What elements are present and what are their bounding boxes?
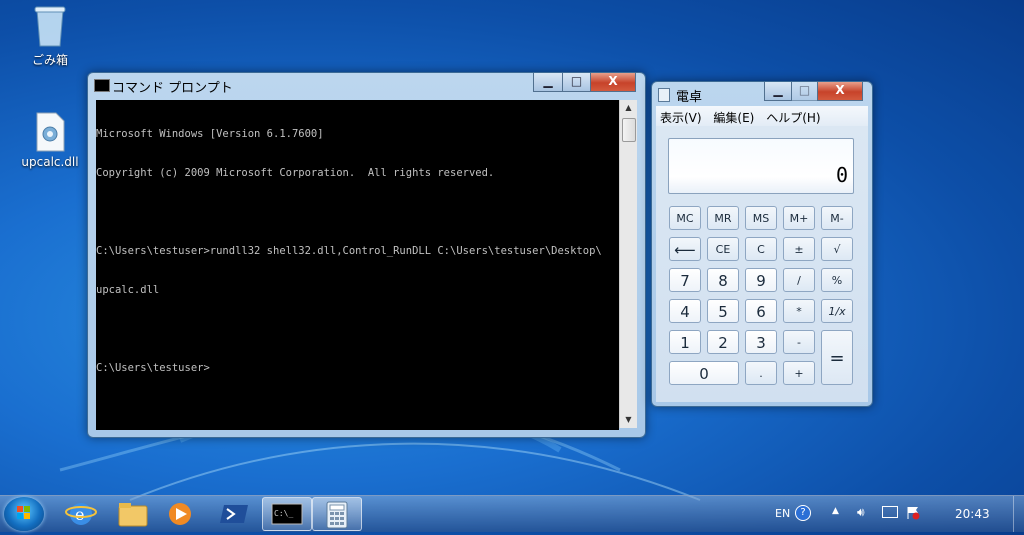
dll-file-icon <box>35 112 65 152</box>
key-reciprocal[interactable]: 1/x <box>821 299 853 323</box>
scroll-down-icon[interactable]: ▼ <box>620 412 637 428</box>
key-5[interactable]: 5 <box>707 299 739 323</box>
cmd-scrollbar[interactable]: ▲ ▼ <box>619 100 637 428</box>
media-player-icon <box>169 503 191 525</box>
taskbar-cmd[interactable]: C:\_ <box>262 497 312 531</box>
calc-close-button[interactable]: X <box>817 82 863 101</box>
key-2[interactable]: 2 <box>707 330 739 354</box>
key-sqrt[interactable]: √ <box>821 237 853 261</box>
key-percent[interactable]: % <box>821 268 853 292</box>
cmd-maximize-button[interactable]: □ <box>562 73 591 92</box>
key-mc[interactable]: MC <box>669 206 701 230</box>
calc-menubar: 表示(V) 編集(E) ヘルプ(H) <box>656 106 868 126</box>
powershell-icon <box>220 505 248 523</box>
key-multiply[interactable]: * <box>783 299 815 323</box>
help-icon[interactable]: ? <box>795 505 811 521</box>
key-equals[interactable]: = <box>821 330 853 385</box>
key-c[interactable]: C <box>745 237 777 261</box>
desktop-icon-recycle-bin[interactable]: ごみ箱 <box>15 4 85 68</box>
scroll-up-icon[interactable]: ▲ <box>620 100 637 116</box>
menu-edit[interactable]: 編集(E) <box>709 106 758 126</box>
taskbar-calc[interactable] <box>312 497 362 531</box>
recycle-bin-label: ごみ箱 <box>31 53 68 67</box>
key-backspace[interactable]: ⟵ <box>669 237 701 261</box>
console-line: C:\Users\testuser> <box>96 362 210 374</box>
language-indicator[interactable]: EN <box>775 507 790 520</box>
calc-display: 0 <box>668 138 854 194</box>
cmd-titlebar[interactable]: コマンド プロンプト ▁ □ X <box>88 73 645 97</box>
console-line: Microsoft Windows [Version 6.1.7600] <box>96 128 324 140</box>
cmd-icon <box>94 79 110 92</box>
desktop-icon-upcalc-dll[interactable]: upcalc.dll <box>15 112 85 169</box>
key-9[interactable]: 9 <box>745 268 777 292</box>
calc-window[interactable]: 電卓 ▁ □ X 表示(V) 編集(E) ヘルプ(H) 0 MC MR MS M… <box>651 81 873 407</box>
show-desktop-button[interactable] <box>1013 496 1024 532</box>
key-4[interactable]: 4 <box>669 299 701 323</box>
cmd-window[interactable]: コマンド プロンプト ▁ □ X Microsoft Windows [Vers… <box>87 72 646 438</box>
key-add[interactable]: + <box>783 361 815 385</box>
key-subtract[interactable]: - <box>783 330 815 354</box>
key-divide[interactable]: / <box>783 268 815 292</box>
cmd-title: コマンド プロンプト <box>112 81 233 96</box>
svg-text:C:\_: C:\_ <box>274 509 293 518</box>
cmd-minimize-button[interactable]: ▁ <box>533 73 563 92</box>
console-line: Copyright (c) 2009 Microsoft Corporation… <box>96 167 495 179</box>
calc-icon <box>658 88 670 102</box>
console-line: upcalc.dll <box>96 284 160 296</box>
taskbar-media-player[interactable] <box>158 497 208 531</box>
key-1[interactable]: 1 <box>669 330 701 354</box>
cmd-console-output[interactable]: Microsoft Windows [Version 6.1.7600] Cop… <box>96 100 619 430</box>
volume-icon[interactable]: 🔊︎ <box>857 505 865 520</box>
key-m-minus[interactable]: M- <box>821 206 853 230</box>
clock[interactable]: 20:43 <box>955 507 990 521</box>
display-value: 0 <box>835 163 848 187</box>
key-3[interactable]: 3 <box>745 330 777 354</box>
taskbar-ie[interactable]: e <box>56 497 106 531</box>
key-ms[interactable]: MS <box>745 206 777 230</box>
calc-title: 電卓 <box>676 90 703 105</box>
ie-icon: e <box>65 503 97 525</box>
key-7[interactable]: 7 <box>669 268 701 292</box>
recycle-bin-icon <box>33 4 67 48</box>
explorer-icon <box>118 503 148 527</box>
calc-icon <box>326 501 348 529</box>
upcalc-dll-label: upcalc.dll <box>21 155 79 169</box>
key-decimal[interactable]: . <box>745 361 777 385</box>
menu-view[interactable]: 表示(V) <box>656 106 706 126</box>
cmd-icon: C:\_ <box>271 503 303 525</box>
flag-icon[interactable] <box>906 505 920 520</box>
key-ce[interactable]: CE <box>707 237 739 261</box>
cmd-close-button[interactable]: X <box>590 73 636 92</box>
key-0[interactable]: 0 <box>669 361 739 385</box>
key-plus-minus[interactable]: ± <box>783 237 815 261</box>
menu-help[interactable]: ヘルプ(H) <box>762 106 824 126</box>
taskbar-explorer[interactable] <box>108 497 158 531</box>
calc-minimize-button[interactable]: ▁ <box>764 82 792 101</box>
calc-titlebar[interactable]: 電卓 ▁ □ X <box>652 82 872 106</box>
key-mr[interactable]: MR <box>707 206 739 230</box>
chevron-up-icon[interactable]: ▲ <box>832 506 839 516</box>
taskbar-powershell[interactable] <box>210 497 260 531</box>
key-8[interactable]: 8 <box>707 268 739 292</box>
taskbar: e C:\_ EN ? ▲ 🔊︎ 20:43 <box>0 495 1024 532</box>
key-m-plus[interactable]: M+ <box>783 206 815 230</box>
calc-maximize-button[interactable]: □ <box>791 82 818 101</box>
key-6[interactable]: 6 <box>745 299 777 323</box>
scroll-thumb[interactable] <box>622 118 636 142</box>
calc-keypad-area: 0 MC MR MS M+ M- ⟵ CE C ± √ 7 8 9 / % 4 … <box>656 126 868 402</box>
start-orb-icon[interactable] <box>4 497 44 531</box>
network-icon[interactable] <box>882 506 898 518</box>
console-line: C:\Users\testuser>rundll32 shell32.dll,C… <box>96 245 602 257</box>
